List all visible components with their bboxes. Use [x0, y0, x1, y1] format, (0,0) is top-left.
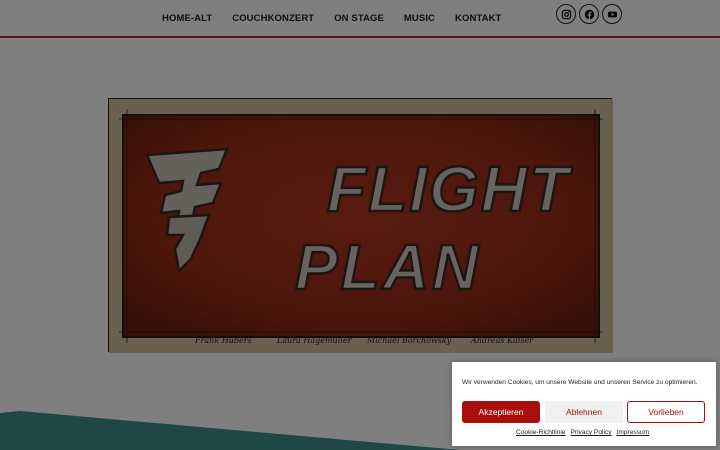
cookie-policy-link[interactable]: Cookie-Richtlinie [516, 429, 565, 436]
page: HOME-ALT COUCHKONZERT ON STAGE MUSIC KON… [0, 0, 720, 450]
cookie-message: Wir verwenden Cookies, um unsere Website… [462, 379, 698, 386]
accept-button[interactable]: Akzeptieren [462, 401, 540, 423]
deny-button[interactable]: Ablehnen [545, 401, 623, 423]
impressum-link[interactable]: Impressum [617, 429, 650, 436]
cookie-links: Cookie-Richtlinie Privacy Policy Impress… [516, 429, 649, 436]
privacy-policy-link[interactable]: Privacy Policy [570, 429, 611, 436]
cookie-banner: Wir verwenden Cookies, um unsere Website… [452, 362, 716, 446]
preferences-button[interactable]: Vorlieben [627, 401, 705, 423]
